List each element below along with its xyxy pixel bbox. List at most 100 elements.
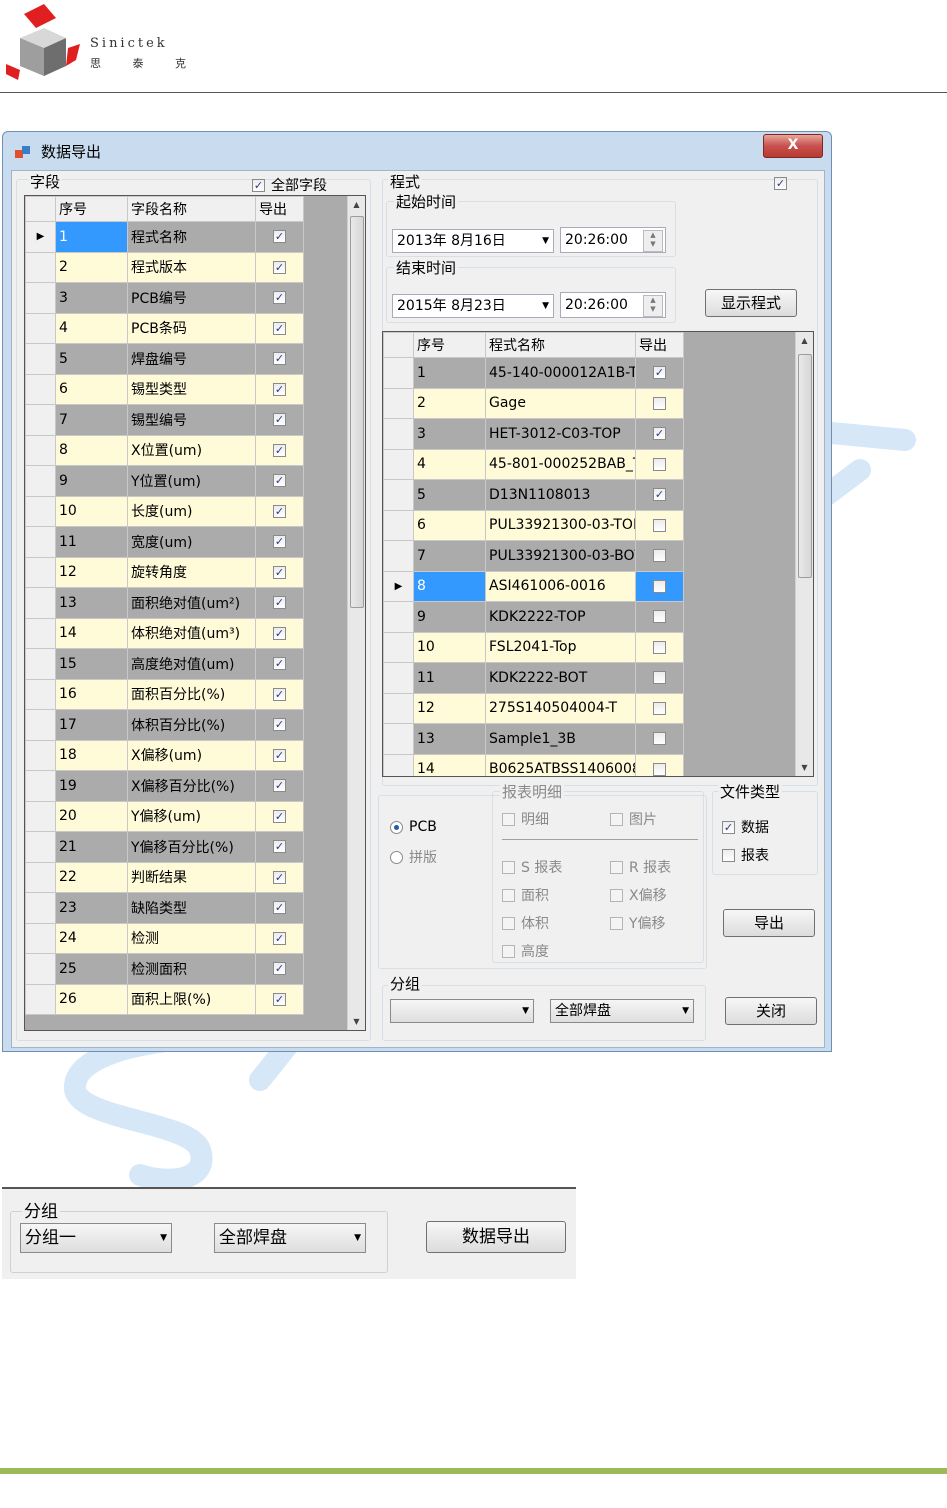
row-header[interactable]: [25, 343, 56, 375]
data-checkbox[interactable]: ✓ 数据: [722, 817, 769, 837]
row-number[interactable]: 1: [413, 357, 486, 389]
table-row[interactable]: 6 PUL33921300-03-TOP: [383, 509, 684, 541]
export-checkbox-cell[interactable]: ✓: [255, 922, 304, 954]
row-header[interactable]: [383, 509, 414, 541]
export-checkbox-cell[interactable]: ✓: [255, 648, 304, 680]
scroll-thumb[interactable]: [350, 216, 364, 608]
row-name[interactable]: FSL2041-Top: [485, 631, 636, 663]
table-row[interactable]: 5 焊盘编号 ✓: [25, 343, 304, 375]
export-checkbox-cell[interactable]: ✓: [255, 312, 304, 344]
table-row[interactable]: 12 旋转角度 ✓: [25, 556, 304, 588]
row-header[interactable]: ▶: [25, 221, 56, 253]
report-detail-checkbox[interactable]: 高度: [502, 941, 549, 961]
row-header[interactable]: [25, 465, 56, 497]
export-checkbox-cell[interactable]: ✓: [255, 495, 304, 527]
export-checkbox-cell[interactable]: [635, 387, 684, 419]
row-number[interactable]: 7: [55, 404, 128, 436]
export-checkbox-cell[interactable]: ✓: [255, 739, 304, 771]
table-row[interactable]: 9 KDK2222-TOP: [383, 601, 684, 633]
scroll-down-icon[interactable]: ▼: [348, 1013, 365, 1030]
spin-updown-icon[interactable]: ▲ ▼: [643, 230, 663, 252]
scroll-down-icon[interactable]: ▼: [796, 759, 813, 776]
row-number[interactable]: 1: [55, 221, 128, 253]
export-checkbox-cell[interactable]: [635, 540, 684, 572]
export-checkbox-cell[interactable]: ✓: [255, 678, 304, 710]
export-checkbox-cell[interactable]: ✓: [255, 465, 304, 497]
table-row[interactable]: 13 Sample1_3B: [383, 723, 684, 755]
row-header[interactable]: [25, 312, 56, 344]
row-number[interactable]: 24: [55, 922, 128, 954]
start-time-spinner[interactable]: 20:26:00 ▲ ▼: [560, 227, 666, 253]
program-scrollbar[interactable]: ▲ ▼: [795, 332, 813, 776]
export-checkbox-cell[interactable]: [635, 601, 684, 633]
row-header[interactable]: [383, 387, 414, 419]
row-header[interactable]: [25, 526, 56, 558]
table-row[interactable]: 14 B0625ATBSS1406008: [383, 753, 684, 776]
table-row[interactable]: 22 判断结果 ✓: [25, 861, 304, 893]
export-checkbox-cell[interactable]: ✓: [255, 556, 304, 588]
row-header[interactable]: [25, 282, 56, 314]
row-header[interactable]: [25, 251, 56, 283]
row-number[interactable]: 9: [55, 465, 128, 497]
end-date-picker[interactable]: 2015年 8月23日 ▼: [392, 294, 554, 318]
row-name[interactable]: 缺陷类型: [127, 892, 256, 924]
row-name[interactable]: 高度绝对值(um): [127, 648, 256, 680]
report-detail-checkbox[interactable]: R 报表: [610, 857, 671, 877]
row-number[interactable]: 17: [55, 709, 128, 741]
row-number[interactable]: 7: [413, 540, 486, 572]
table-row[interactable]: 7 锡型编号 ✓: [25, 404, 304, 436]
report-detail-checkbox[interactable]: Y偏移: [610, 913, 666, 933]
row-number[interactable]: 10: [413, 631, 486, 663]
row-number[interactable]: 16: [55, 678, 128, 710]
export-checkbox-cell[interactable]: ✓: [255, 861, 304, 893]
export-checkbox-cell[interactable]: ✓: [255, 404, 304, 436]
table-row[interactable]: 1 45-140-000012A1B-T ✓: [383, 357, 684, 389]
row-header[interactable]: [25, 831, 56, 863]
row-name[interactable]: 旋转角度: [127, 556, 256, 588]
row-number[interactable]: 15: [55, 648, 128, 680]
table-row[interactable]: 2 程式版本 ✓: [25, 251, 304, 283]
panel-radio[interactable]: 拼版: [390, 847, 437, 867]
col-header-no[interactable]: 序号: [413, 332, 486, 358]
scroll-thumb[interactable]: [798, 354, 812, 578]
pcb-radio[interactable]: PCB: [390, 819, 437, 835]
row-header[interactable]: [25, 739, 56, 771]
export-checkbox-cell[interactable]: ✓: [255, 892, 304, 924]
export-checkbox-cell[interactable]: ✓: [255, 800, 304, 832]
export-checkbox-cell[interactable]: ✓: [255, 617, 304, 649]
export-checkbox-cell[interactable]: ✓: [255, 221, 304, 253]
all-fields-checkbox[interactable]: ✓ 全部字段: [252, 175, 327, 195]
row-name[interactable]: HET-3012-C03-TOP: [485, 418, 636, 450]
export-checkbox-cell[interactable]: ✓: [255, 434, 304, 466]
table-row[interactable]: 17 体积百分比(%) ✓: [25, 709, 304, 741]
table-row[interactable]: 24 检测 ✓: [25, 922, 304, 954]
export-checkbox-cell[interactable]: ✓: [255, 282, 304, 314]
table-row[interactable]: 2 Gage: [383, 387, 684, 419]
table-row[interactable]: ▶ 8 ASI461006-0016: [383, 570, 684, 602]
export-checkbox-cell[interactable]: ✓: [255, 526, 304, 558]
row-name[interactable]: 锡型类型: [127, 373, 256, 405]
row-name[interactable]: D13N1108013: [485, 479, 636, 511]
table-row[interactable]: 10 FSL2041-Top: [383, 631, 684, 663]
row-number[interactable]: 20: [55, 800, 128, 832]
report-checkbox[interactable]: 报表: [722, 845, 769, 865]
row-name[interactable]: 检测: [127, 922, 256, 954]
close-window-button[interactable]: X: [763, 134, 823, 158]
export-checkbox-cell[interactable]: [635, 692, 684, 724]
row-number[interactable]: 18: [55, 739, 128, 771]
row-header[interactable]: [25, 983, 56, 1015]
table-row[interactable]: 26 面积上限(%) ✓: [25, 983, 304, 1015]
export-checkbox-cell[interactable]: [635, 570, 684, 602]
export-checkbox-cell[interactable]: ✓: [255, 587, 304, 619]
row-header[interactable]: [25, 495, 56, 527]
row-number[interactable]: 6: [413, 509, 486, 541]
table-row[interactable]: 18 X偏移(um) ✓: [25, 739, 304, 771]
col-header-export[interactable]: 导出: [635, 332, 684, 358]
report-detail-checkbox[interactable]: 明细: [502, 809, 549, 829]
row-name[interactable]: B0625ATBSS1406008: [485, 753, 636, 776]
row-name[interactable]: PCB编号: [127, 282, 256, 314]
row-number[interactable]: 12: [55, 556, 128, 588]
col-header-program-name[interactable]: 程式名称: [485, 332, 636, 358]
table-row[interactable]: 12 275S140504004-T: [383, 692, 684, 724]
fields-scrollbar[interactable]: ▲ ▼: [347, 196, 365, 1030]
